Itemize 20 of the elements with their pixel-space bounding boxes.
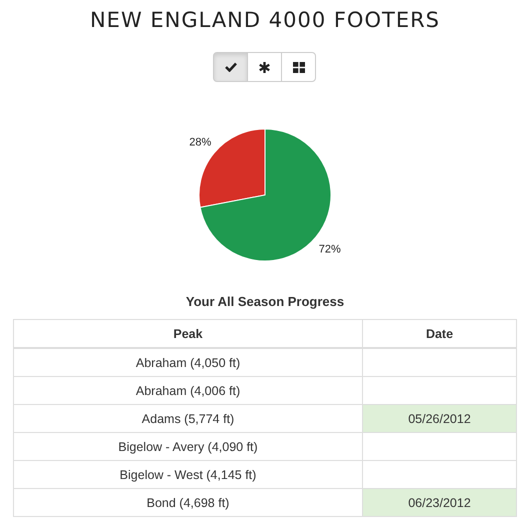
date-cell: 05/26/2012 [362,404,516,432]
grid-icon [292,62,304,72]
column-header: Peak [14,320,362,348]
peak-cell: Bond (4,698 ft) [14,488,362,516]
view-toggle-button[interactable] [213,52,248,82]
column-header: Date [362,320,516,348]
view-toggle-button[interactable] [247,52,282,82]
slice-label: 72% [318,244,341,256]
peak-cell: Bigelow - West (4,145 ft) [14,460,362,488]
peak-cell: Abraham (4,050 ft) [14,348,362,376]
peak-cell: Abraham (4,006 ft) [14,376,362,404]
peak-cell: Bigelow - Avery (4,090 ft) [14,432,362,460]
check-icon [224,62,236,72]
view-toggle-button[interactable] [281,52,316,82]
asterisk-icon [259,62,270,72]
page-title: NEW ENGLAND 4000 FOOTERS [88,8,442,32]
date-cell: 06/23/2012 [362,488,516,516]
table-title: Your All Season Progress [184,294,346,309]
slice-label: 28% [189,136,212,148]
peak-cell: Adams (5,774 ft) [14,404,362,432]
